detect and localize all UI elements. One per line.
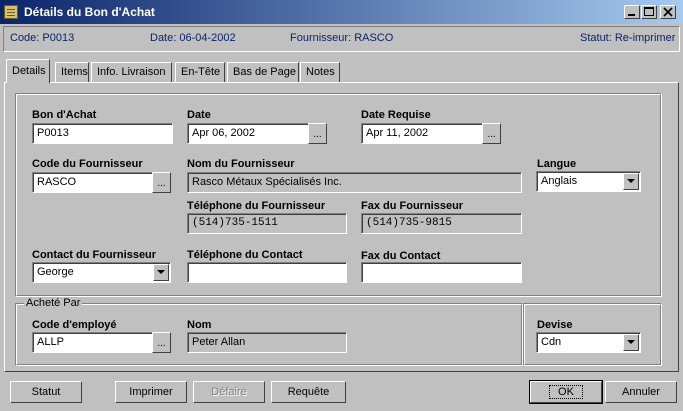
po-label: Bon d'Achat <box>32 109 97 121</box>
maximize-icon <box>644 7 654 16</box>
close-icon <box>663 7 673 17</box>
minimize-icon <box>628 14 635 16</box>
window-title: Détails du Bon d'Achat <box>24 5 155 19</box>
tab-notes[interactable]: Notes <box>300 62 340 82</box>
employee-name-field: Peter Allan <box>187 332 347 353</box>
required-date-field[interactable]: Apr 11, 2002 <box>361 123 483 144</box>
info-code: Code: P0013 <box>10 32 75 44</box>
supplier-code-label: Code du Fournisseur <box>32 158 143 170</box>
tab-details[interactable]: Details <box>6 59 50 83</box>
contact-phone-label: Téléphone du Contact <box>187 249 303 261</box>
tab-header[interactable]: En-Tête <box>175 62 225 82</box>
date-field[interactable]: Apr 06, 2002 <box>187 123 309 144</box>
info-status: Statut: Re-imprimer <box>580 32 676 44</box>
po-number-field[interactable]: P0013 <box>32 123 173 144</box>
maximize-button[interactable] <box>641 5 657 19</box>
supplier-lookup-button[interactable]: ... <box>152 172 171 193</box>
ok-button[interactable]: OK <box>529 380 603 404</box>
tab-delivery-info[interactable]: Info. Livraison <box>91 62 172 82</box>
tab-items[interactable]: Items <box>55 62 89 82</box>
required-date-picker-button[interactable]: ... <box>482 123 501 144</box>
supplier-code-field[interactable]: RASCO <box>32 172 153 193</box>
language-value: Anglais <box>541 175 578 187</box>
query-button[interactable]: Requête <box>271 381 346 403</box>
purchased-by-legend: Acheté Par <box>24 297 83 309</box>
currency-value: Cdn <box>541 336 562 348</box>
status-button[interactable]: Statut <box>10 381 82 403</box>
required-date-label: Date Requise <box>361 109 431 121</box>
info-supplier: Fournisseur: RASCO <box>290 32 394 44</box>
employee-name-label: Nom <box>187 319 212 331</box>
currency-dropdown-button[interactable] <box>623 334 639 351</box>
app-icon <box>4 5 18 19</box>
contact-value: George <box>37 266 74 278</box>
print-button[interactable]: Imprimer <box>115 381 187 403</box>
contact-fax-label: Fax du Contact <box>361 250 441 262</box>
employee-lookup-button[interactable]: ... <box>152 332 171 353</box>
language-dropdown-button[interactable] <box>623 173 639 190</box>
contact-label: Contact du Fournisseur <box>32 249 157 261</box>
supplier-fax-label: Fax du Fournisseur <box>361 200 464 212</box>
tab-footer[interactable]: Bas de Page <box>227 62 299 82</box>
info-date: Date: 06-04-2002 <box>150 32 236 44</box>
cancel-button[interactable]: Annuler <box>605 381 677 403</box>
undo-button[interactable]: Défaire <box>193 381 265 403</box>
supplier-name-label: Nom du Fournisseur <box>187 158 295 170</box>
contact-select[interactable]: George <box>32 262 171 283</box>
supplier-phone-field: (514)735-1511 <box>187 213 347 234</box>
employee-code-field[interactable]: ALLP <box>32 332 153 353</box>
supplier-phone-label: Téléphone du Fournisseur <box>187 200 326 212</box>
currency-label: Devise <box>537 319 573 331</box>
ok-label: OK <box>549 385 583 399</box>
language-label: Langue <box>537 158 577 170</box>
supplier-name-field: Rasco Métaux Spécialisés Inc. <box>187 172 522 193</box>
date-label: Date <box>187 109 211 121</box>
contact-phone-field[interactable] <box>187 262 347 283</box>
close-button[interactable] <box>660 5 676 19</box>
minimize-button[interactable] <box>624 5 640 19</box>
employee-code-label: Code d'employé <box>32 319 117 331</box>
contact-fax-field[interactable] <box>361 262 522 283</box>
contact-dropdown-button[interactable] <box>153 264 169 281</box>
supplier-fax-field: (514)735-9815 <box>361 213 522 234</box>
date-picker-button[interactable]: ... <box>308 123 327 144</box>
